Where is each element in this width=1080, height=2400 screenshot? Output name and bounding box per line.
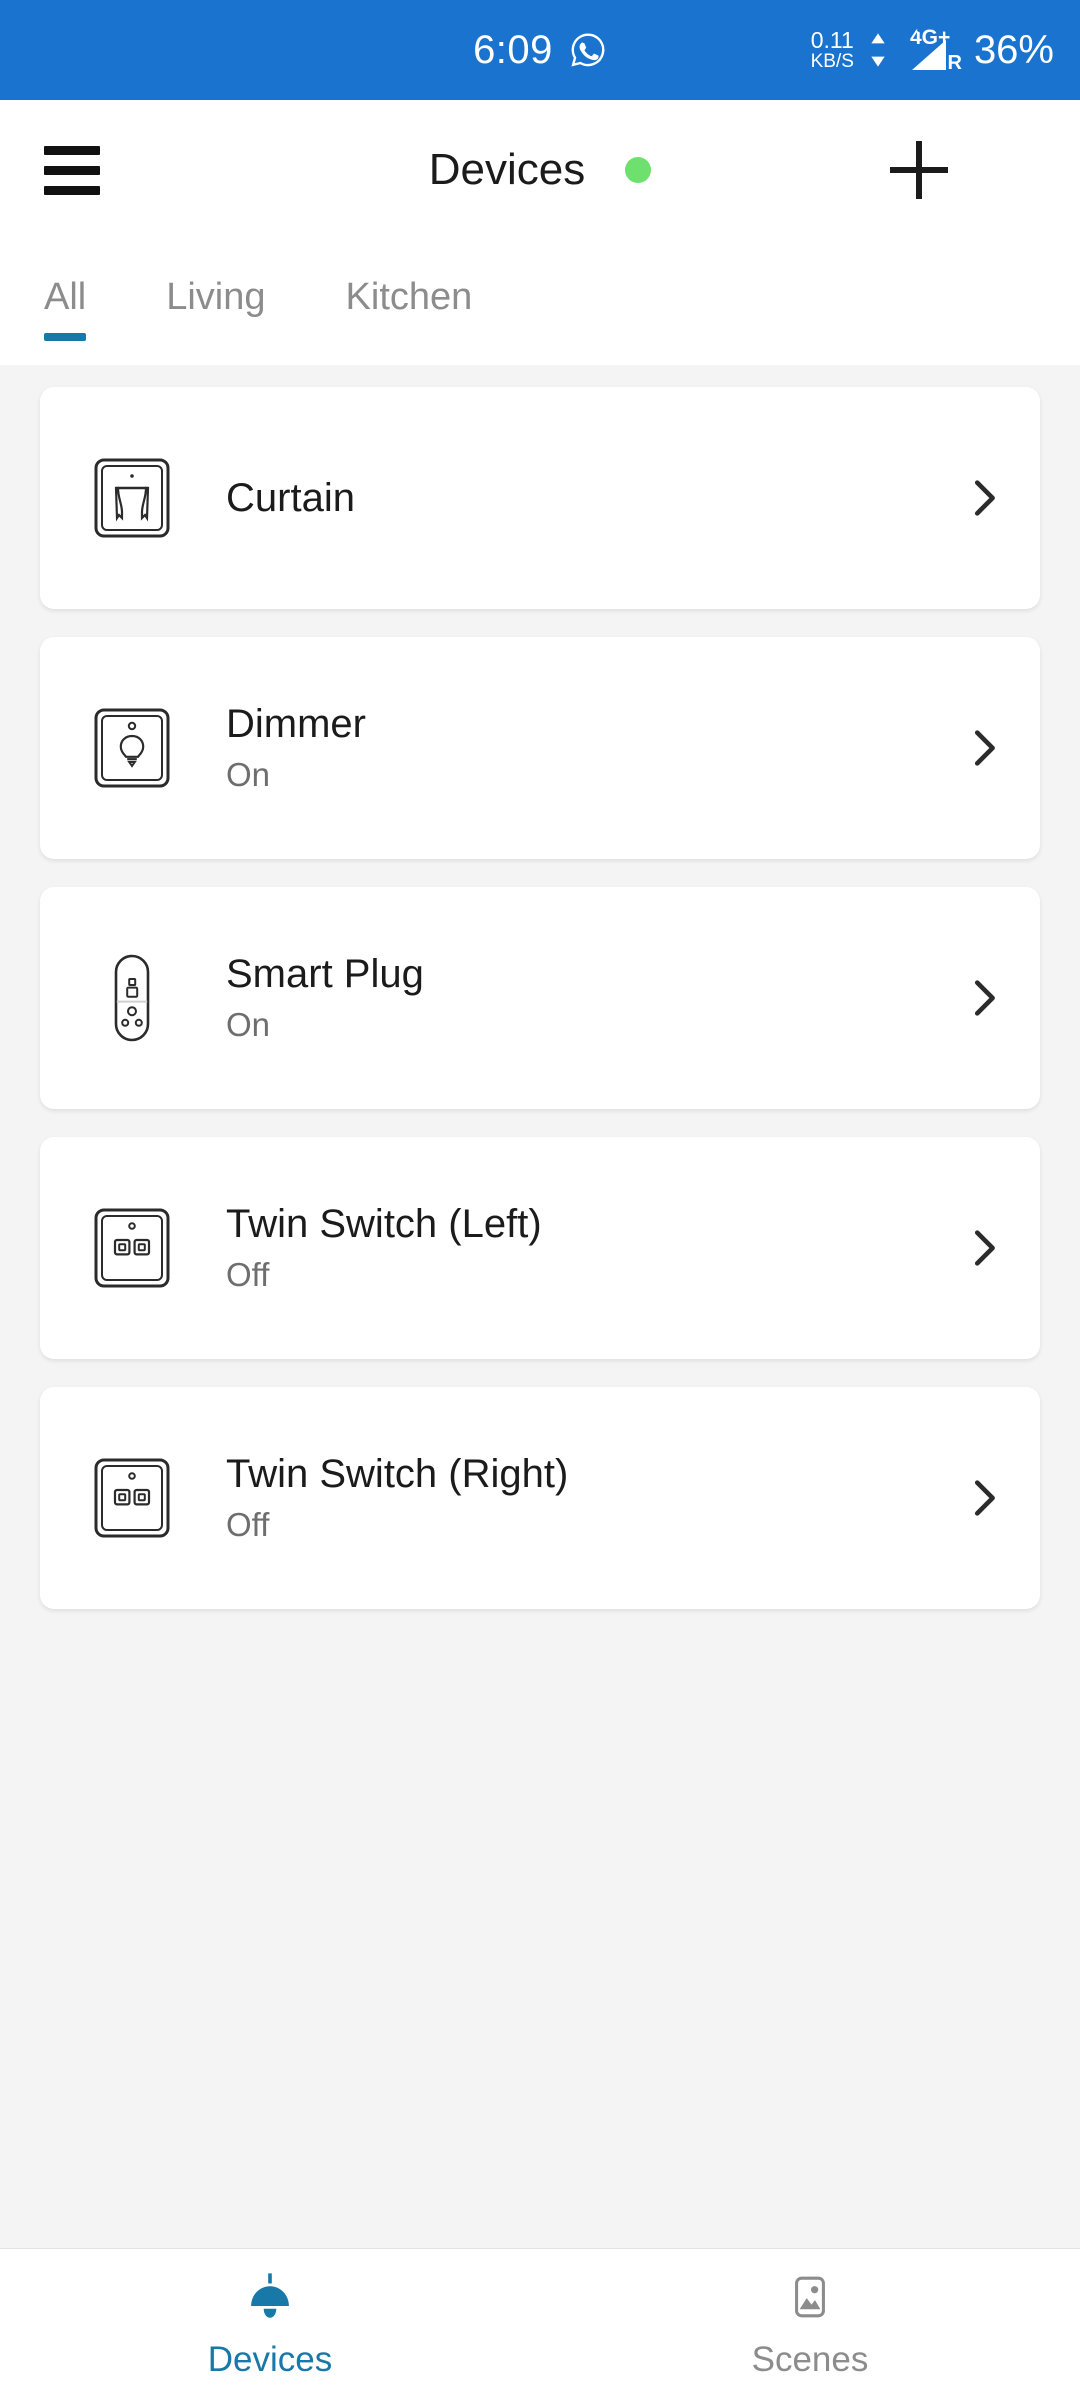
connection-status-dot	[625, 157, 652, 183]
twin-switch-panel-icon	[84, 1200, 180, 1296]
twin-switch-panel-icon	[84, 1450, 180, 1546]
chevron-right-icon[interactable]	[960, 725, 1006, 771]
room-tabs: All Living Kitchen	[0, 240, 1080, 365]
chevron-right-icon[interactable]	[960, 1475, 1006, 1521]
status-clock: 6:09	[473, 27, 553, 72]
roaming-label: R	[947, 52, 962, 74]
device-name: Dimmer	[226, 702, 366, 747]
network-speed-value: 0.11	[810, 26, 854, 53]
whatsapp-icon	[571, 33, 605, 67]
data-transfer-arrows-icon	[871, 33, 885, 67]
tab-active-indicator	[44, 333, 87, 341]
device-card-twin-switch-left[interactable]: Twin Switch (Left) Off	[40, 1137, 1040, 1359]
nav-item-scenes[interactable]: Scenes	[540, 2249, 1080, 2400]
device-card-curtain[interactable]: Curtain	[40, 387, 1040, 609]
signal-bars	[911, 40, 946, 70]
network-speed-unit: KB/S	[810, 51, 854, 73]
battery-percentage: 36%	[973, 27, 1054, 72]
device-info: Dimmer On	[226, 702, 960, 793]
bottom-navigation: Devices Scenes	[0, 2248, 1080, 2400]
device-name: Smart Plug	[226, 952, 424, 997]
add-device-button[interactable]	[888, 139, 950, 201]
chevron-right-icon[interactable]	[960, 475, 1006, 521]
status-bar-right: 0.11 KB/S 4G+ R 36%	[810, 0, 1054, 74]
device-status: On	[226, 1006, 271, 1044]
tab-all[interactable]: All	[44, 240, 87, 341]
device-status: Off	[226, 1506, 270, 1544]
tab-label: Kitchen	[345, 276, 473, 318]
device-status: On	[226, 756, 271, 794]
nav-label: Scenes	[751, 2339, 869, 2379]
tab-kitchen[interactable]: Kitchen	[346, 240, 473, 319]
network-speed-indicator: 0.11 KB/S	[810, 26, 854, 73]
device-info: Twin Switch (Left) Off	[226, 1202, 960, 1293]
signal-strength-icon: 4G+ R	[902, 0, 962, 74]
chevron-right-icon[interactable]	[960, 1225, 1006, 1271]
tab-living[interactable]: Living	[166, 240, 265, 319]
smart-plug-icon	[84, 950, 180, 1046]
curtain-panel-icon	[84, 450, 180, 546]
device-card-smart-plug[interactable]: Smart Plug On	[40, 887, 1040, 1109]
pendant-lamp-icon	[243, 2270, 297, 2324]
image-picture-icon	[783, 2270, 837, 2324]
dimmer-bulb-panel-icon	[84, 700, 180, 796]
nav-item-devices[interactable]: Devices	[0, 2249, 540, 2400]
device-info: Twin Switch (Right) Off	[226, 1452, 960, 1543]
tab-label: All	[44, 276, 87, 318]
device-card-twin-switch-right[interactable]: Twin Switch (Right) Off	[40, 1387, 1040, 1609]
device-name: Curtain	[226, 475, 355, 520]
tab-label: Living	[166, 276, 266, 318]
app-root: 6:09 0.11 KB/S 4G+ R 36% Devices All Liv…	[0, 0, 1080, 2400]
device-info: Curtain	[226, 476, 960, 521]
device-card-dimmer[interactable]: Dimmer On	[40, 637, 1040, 859]
status-bar: 6:09 0.11 KB/S 4G+ R 36%	[0, 0, 1080, 100]
page-title: Devices	[428, 145, 586, 194]
device-status: Off	[226, 1256, 270, 1294]
device-info: Smart Plug On	[226, 952, 960, 1043]
device-list: Curtain Dimmer On Smart Plug On Twin Swi…	[0, 365, 1080, 2248]
nav-label: Devices	[207, 2339, 333, 2379]
chevron-right-icon[interactable]	[960, 975, 1006, 1021]
device-name: Twin Switch (Left)	[226, 1202, 542, 1247]
app-header: Devices	[0, 100, 1080, 240]
device-name: Twin Switch (Right)	[226, 1452, 569, 1497]
